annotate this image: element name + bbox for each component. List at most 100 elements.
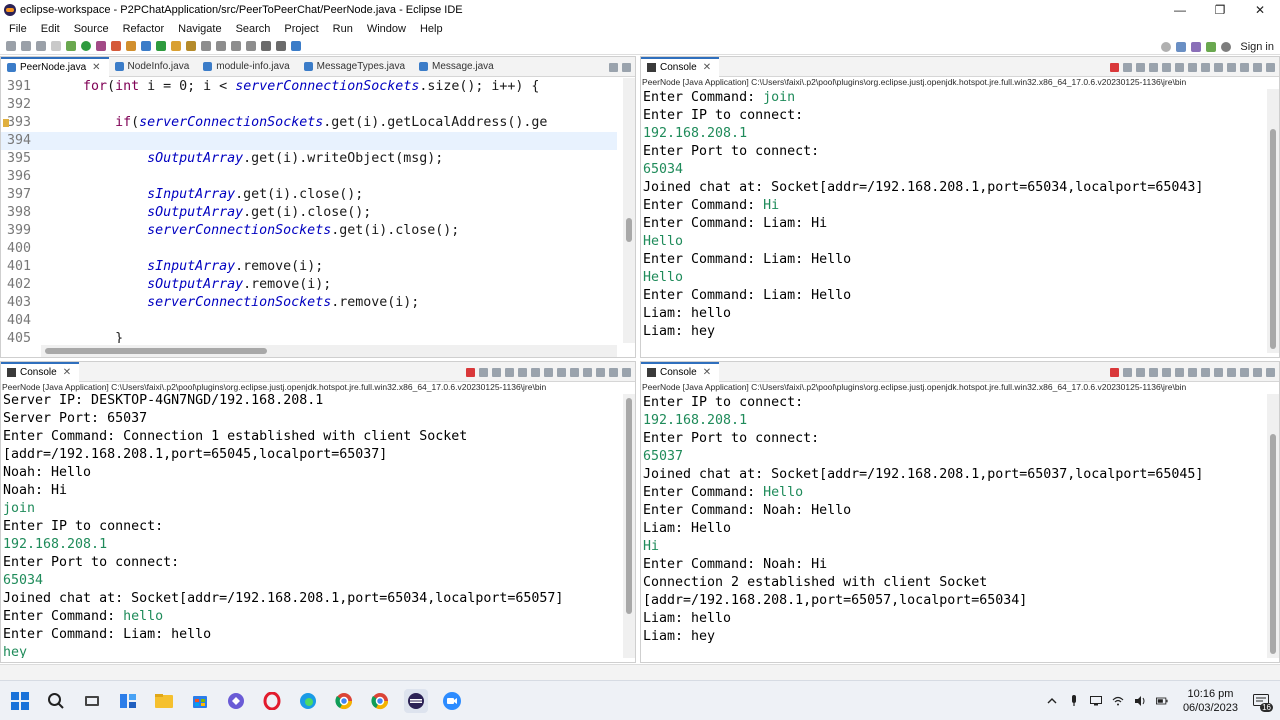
word-wrap-icon[interactable] (1175, 367, 1184, 377)
code-line[interactable]: 405 } (1, 330, 617, 343)
edge-icon[interactable] (296, 689, 320, 713)
search-icon[interactable] (1161, 41, 1172, 52)
debug-icon[interactable] (66, 41, 76, 51)
close-tab-icon[interactable]: ✕ (63, 367, 71, 378)
save-all-icon[interactable] (36, 41, 46, 51)
remove-launch-icon[interactable] (479, 367, 488, 377)
open-console-icon[interactable] (1240, 62, 1249, 72)
new-package-icon[interactable] (141, 41, 151, 51)
menu-edit[interactable]: Edit (34, 23, 67, 35)
perspective-icon[interactable] (1176, 41, 1187, 52)
remove-all-icon[interactable] (1136, 367, 1145, 377)
pin-console-icon[interactable] (570, 367, 579, 377)
console-tab[interactable]: Console ✕ (641, 362, 720, 382)
menu-run[interactable]: Run (326, 23, 360, 35)
menu-project[interactable]: Project (277, 23, 325, 35)
eclipse-taskbar-icon[interactable] (404, 688, 428, 713)
external-tools-icon[interactable] (111, 41, 121, 51)
close-tab-icon[interactable]: ✕ (703, 367, 711, 378)
new-java-project-icon[interactable] (126, 41, 136, 51)
show-on-output-icon[interactable] (1188, 367, 1197, 377)
notification-bell-icon[interactable]: 16 (1248, 688, 1274, 714)
code-line[interactable]: 403 serverConnectionSockets.remove(i); (1, 294, 617, 312)
editor-horizontal-scrollbar[interactable] (41, 345, 617, 357)
pin-console-icon[interactable] (1214, 62, 1223, 72)
code-line[interactable]: 396 (1, 168, 617, 186)
console-output[interactable]: Enter Command: join Enter IP to connect: 1… (641, 89, 1265, 353)
chevron-up-icon[interactable] (1046, 695, 1058, 707)
open-type-icon[interactable] (171, 41, 181, 51)
chrome-icon[interactable] (332, 689, 356, 713)
code-line[interactable]: 392 (1, 96, 617, 114)
code-line[interactable]: 399 serverConnectionSockets.get(i).close… (1, 222, 617, 240)
display-console-icon[interactable] (1227, 62, 1236, 72)
new-class-icon[interactable] (156, 41, 166, 51)
menu-file[interactable]: File (2, 23, 34, 35)
word-wrap-icon[interactable] (531, 367, 540, 377)
code-editor[interactable]: 391 for(int i = 0; i < serverConnectionS… (1, 78, 617, 343)
warning-marker-icon[interactable] (3, 119, 9, 127)
system-clock[interactable]: 10:16 pm 06/03/2023 (1183, 687, 1238, 715)
volume-icon[interactable] (1134, 695, 1146, 707)
pin-console-icon[interactable] (1214, 367, 1223, 377)
show-on-error-icon[interactable] (1201, 367, 1210, 377)
word-wrap-icon[interactable] (1175, 62, 1184, 72)
close-button[interactable]: ✕ (1240, 0, 1280, 20)
console-tab[interactable]: Console ✕ (1, 362, 80, 382)
sign-in-link[interactable]: Sign in (1240, 41, 1274, 53)
code-line[interactable]: 395 sOutputArray.get(i).writeObject(msg)… (1, 150, 617, 168)
console-vertical-scroll-thumb[interactable] (626, 398, 632, 614)
console-tab[interactable]: Console ✕ (641, 57, 720, 77)
zoom-icon[interactable] (440, 689, 464, 713)
forward-icon[interactable] (276, 41, 286, 51)
console-output[interactable]: Server IP: DESKTOP-4GN7NGD/192.168.208.1… (1, 392, 621, 658)
next-annotation-icon[interactable] (246, 41, 256, 51)
console-vertical-scrollbar[interactable] (623, 394, 635, 658)
editor-tab-messagetypes-java[interactable]: MessageTypes.java (298, 57, 413, 77)
code-line[interactable]: 401 sInputArray.remove(i); (1, 258, 617, 276)
show-on-error-icon[interactable] (1201, 62, 1210, 72)
console-vertical-scroll-thumb[interactable] (1270, 129, 1276, 349)
remove-launch-icon[interactable] (1123, 367, 1132, 377)
new-icon[interactable] (6, 41, 16, 51)
terminate-icon[interactable] (466, 367, 475, 377)
visual-studio-icon[interactable] (224, 689, 248, 713)
terminate-icon[interactable] (1110, 367, 1119, 377)
java-perspective-icon[interactable] (1191, 41, 1202, 52)
editor-vertical-scroll-thumb[interactable] (626, 218, 632, 242)
menu-source[interactable]: Source (67, 23, 116, 35)
microsoft-store-icon[interactable] (188, 689, 212, 713)
maximize-view-icon[interactable] (622, 367, 631, 377)
maximize-button[interactable]: ❐ (1200, 0, 1240, 20)
code-line[interactable]: 400 (1, 240, 617, 258)
console-output[interactable]: Enter IP to connect: 192.168.208.1 Enter P… (641, 394, 1265, 658)
microphone-icon[interactable] (1068, 695, 1080, 707)
scroll-lock-icon[interactable] (1162, 367, 1171, 377)
show-on-output-icon[interactable] (1188, 62, 1197, 72)
toggle-mark-icon[interactable] (201, 41, 211, 51)
opera-icon[interactable] (260, 689, 284, 713)
clear-console-icon[interactable] (1149, 62, 1158, 72)
task-view-icon[interactable] (80, 689, 104, 713)
search-icon[interactable] (44, 689, 68, 713)
code-line[interactable]: 393 if(serverConnectionSockets.get(i).ge… (1, 114, 617, 132)
minimize-view-icon[interactable] (1253, 62, 1262, 72)
code-line[interactable]: 397 sInputArray.get(i).close(); (1, 186, 617, 204)
block-select-icon[interactable] (231, 41, 241, 51)
editor-horizontal-scroll-thumb[interactable] (45, 348, 267, 354)
minimize-view-icon[interactable] (609, 367, 618, 377)
open-console-icon[interactable] (596, 367, 605, 377)
editor-tab-module-info-java[interactable]: module-info.java (197, 57, 297, 77)
coverage-icon[interactable] (96, 41, 106, 51)
run-icon[interactable] (81, 41, 91, 51)
show-on-error-icon[interactable] (557, 367, 566, 377)
close-tab-icon[interactable]: ✕ (703, 62, 711, 73)
maximize-view-icon[interactable] (1266, 62, 1275, 72)
close-tab-icon[interactable]: ✕ (92, 62, 100, 73)
print-icon[interactable] (51, 41, 61, 51)
menu-window[interactable]: Window (360, 23, 413, 35)
open-console-icon[interactable] (1240, 367, 1249, 377)
code-line[interactable]: 404 (1, 312, 617, 330)
clear-console-icon[interactable] (505, 367, 514, 377)
file-explorer-icon[interactable] (152, 689, 176, 713)
